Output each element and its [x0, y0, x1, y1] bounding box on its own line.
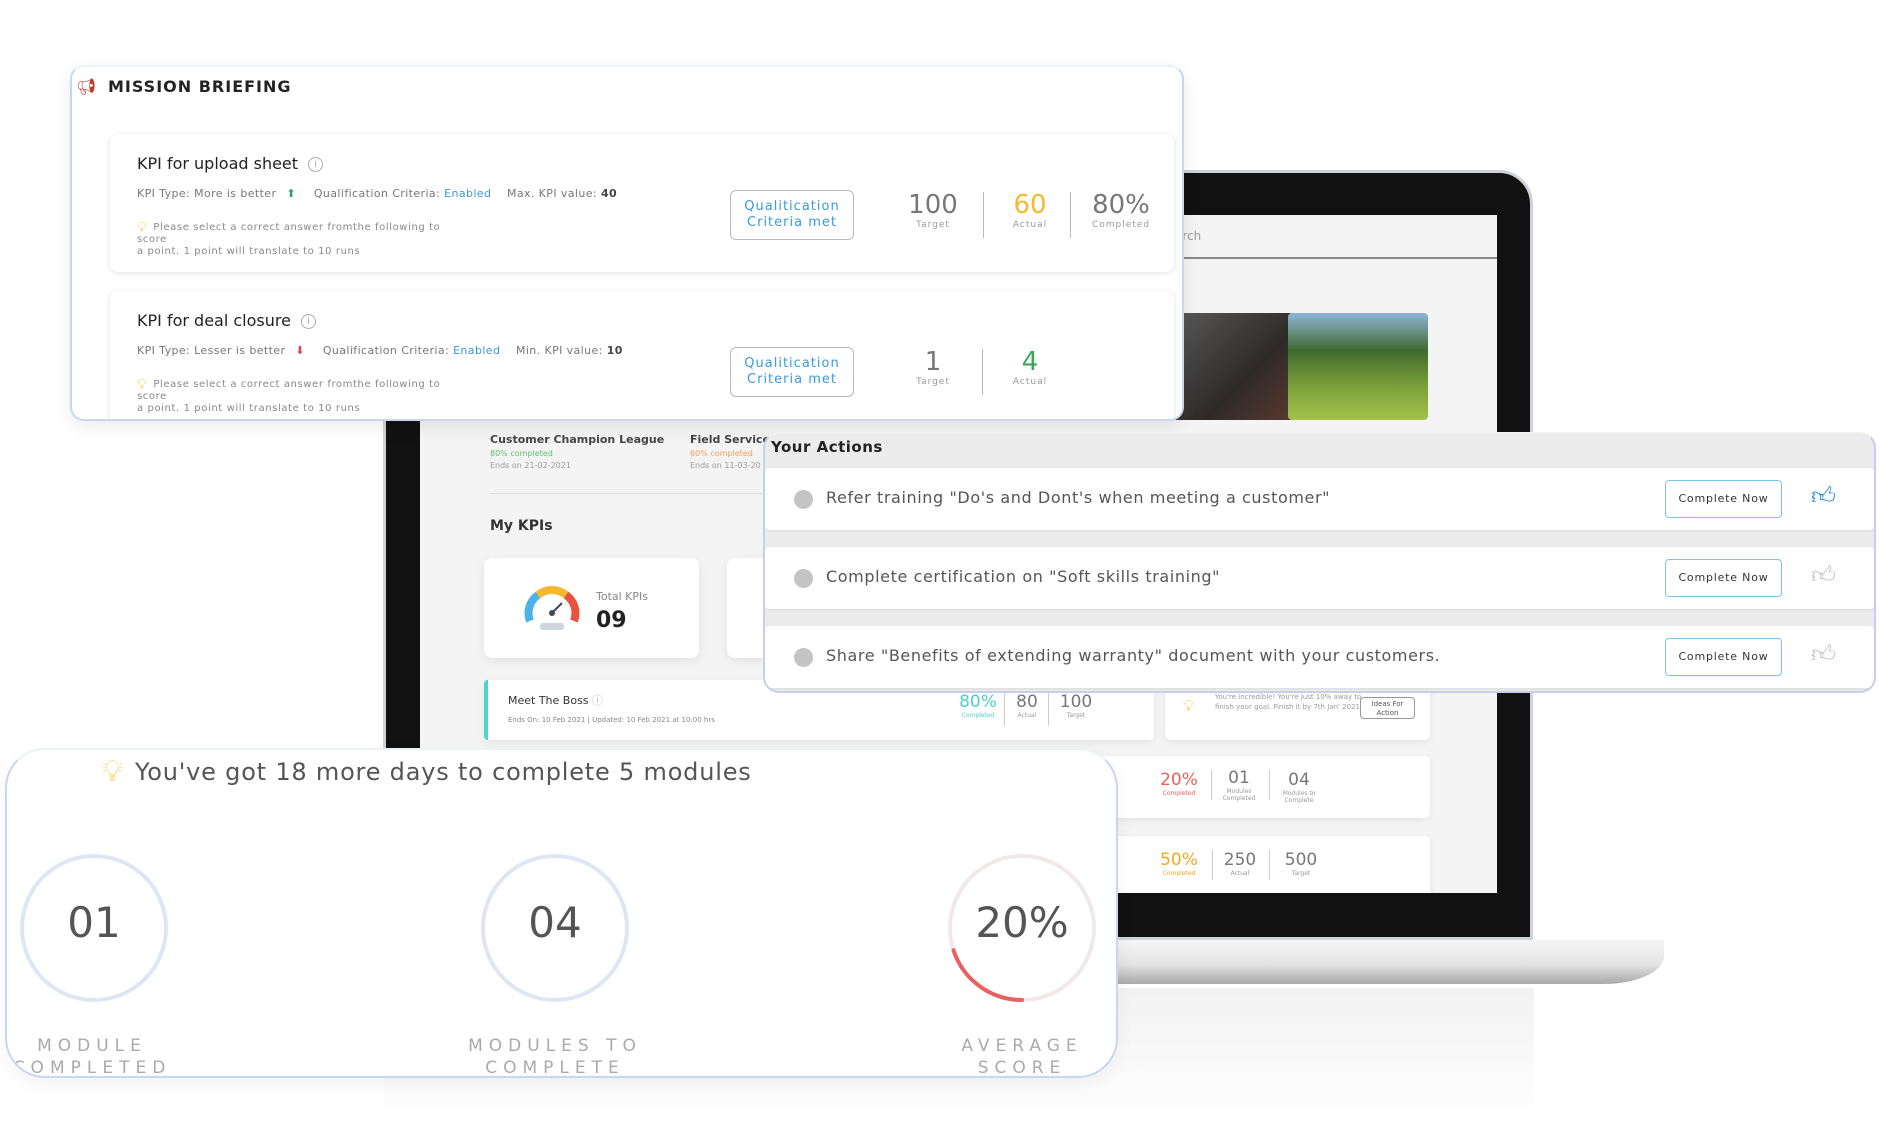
divider [1211, 770, 1212, 800]
golf-image[interactable] [1288, 313, 1428, 420]
metric-label: AVERAGE SCORE [961, 1036, 1083, 1078]
league-progress: 60% completed [690, 449, 753, 458]
kpi-row-meta: Ends On: 10 Feb 2021 | Updated: 10 Feb 2… [508, 716, 715, 724]
qualification-criteria-button[interactable]: Qualitication Criteria met [730, 347, 854, 397]
motivation-text: You're incredible! You're just 10% away … [1215, 693, 1362, 711]
divider [1269, 850, 1270, 880]
action-item[interactable]: Complete certification on "Soft skills t… [765, 547, 1874, 609]
kpi-card[interactable]: KPI for upload sheet i KPI Type: More is … [110, 134, 1174, 272]
stat-completed: 20% Completed [1160, 770, 1198, 797]
league-ends: Ends on 11-03-20 [690, 461, 761, 470]
metric-label: MODULES TO COMPLETE [468, 1036, 642, 1078]
kpi-meta: KPI Type: Lesser is better ⬇︎ Qualificat… [137, 344, 623, 357]
kpi-hint: 💡︎ Please select a correct answer fromth… [137, 377, 441, 414]
stat-target: 500 Target [1284, 850, 1318, 877]
your-actions-title: Your Actions [771, 438, 883, 456]
lightbulb-icon: 💡︎ [137, 220, 148, 236]
action-item[interactable]: Refer training "Do's and Dont's when mee… [765, 468, 1874, 530]
stat-target: 1 Target [916, 347, 950, 387]
criteria-status: Enabled [444, 187, 492, 200]
divider [1070, 192, 1071, 238]
stat-actual: 250 Actual [1223, 850, 1257, 877]
kpi-meta: KPI Type: More is better ⬆︎ Qualificatio… [137, 187, 618, 200]
kpi-title: KPI for upload sheet i [137, 154, 324, 173]
stat-modules-completed: 01 Modules Completed [1222, 768, 1256, 802]
metric-average-score: 20% [947, 853, 1097, 1003]
lightbulb-icon: 💡︎ [137, 377, 148, 393]
kpi-hint: 💡︎ Please select a correct answer fromth… [137, 220, 441, 257]
complete-now-button[interactable]: Complete Now [1665, 638, 1782, 676]
complete-now-button[interactable]: Complete Now [1665, 559, 1782, 597]
thumbs-up-icon[interactable]: 👍︎ [1811, 640, 1836, 669]
metric-modules-to-complete: 04 [480, 853, 630, 1003]
modules-headline: 💡︎ You've got 18 more days to complete 5… [102, 754, 752, 789]
your-actions-panel: Your Actions Refer training "Do's and Do… [763, 432, 1876, 693]
sprinter-image[interactable] [1172, 313, 1296, 420]
stat-target: 100 Target [1059, 692, 1093, 719]
total-kpis-card[interactable]: Total KPIs 09 [484, 558, 699, 658]
mission-briefing-header: 📢︎ MISSION BRIEFING [72, 77, 292, 96]
arrow-up-icon: ⬆︎ [286, 187, 296, 200]
league-item[interactable]: Customer Champion League 80% completed E… [490, 433, 664, 470]
mission-briefing-title: MISSION BRIEFING [108, 77, 292, 96]
divider [490, 493, 780, 494]
info-icon[interactable]: ⓘ [592, 694, 603, 707]
info-icon[interactable]: i [308, 157, 324, 172]
search-bar[interactable]: Search 🔍︎ [1160, 215, 1497, 259]
metric-module-completed: 01 [19, 853, 169, 1003]
league-item[interactable]: Field Service 60% completed Ends on 11-0… [690, 433, 770, 470]
mission-briefing-panel: 📢︎ MISSION BRIEFING KPI for upload sheet… [70, 65, 1184, 421]
divider [1269, 770, 1270, 800]
stat-modules-to-complete: 04 Modules to Complete [1282, 770, 1316, 804]
total-kpis-label: Total KPIs [596, 590, 649, 603]
gauge-icon [524, 585, 580, 630]
stat-completed: 50% Completed [1160, 850, 1198, 877]
divider [982, 349, 983, 395]
status-dot [794, 569, 813, 588]
status-dot [794, 648, 813, 667]
lightbulb-icon: 💡︎ [102, 754, 123, 789]
stat-completed: 80% Completed [1091, 190, 1151, 230]
league-ends: Ends on 21-02-2021 [490, 461, 571, 470]
kpi-card[interactable]: KPI for deal closure i KPI Type: Lesser i… [110, 291, 1174, 419]
kpi-row-name: Meet The Boss ⓘ [508, 694, 604, 707]
metric-label: MODULE COMPLETED [12, 1036, 172, 1078]
kpi-title: KPI for deal closure i [137, 311, 316, 330]
stat-actual: 60 Actual [1012, 190, 1048, 230]
status-dot [794, 490, 813, 509]
lightbulb-icon: 💡︎ [1183, 696, 1195, 715]
arrow-down-icon: ⬇︎ [295, 344, 305, 357]
divider [1004, 692, 1005, 726]
league-name: Field Service [690, 433, 770, 446]
stat-completed: 80% Completed [959, 692, 997, 719]
action-text: Refer training "Do's and Dont's when mee… [826, 488, 1331, 507]
divider [1212, 850, 1213, 880]
divider [983, 192, 984, 238]
my-kpis-heading: My KPIs [490, 518, 553, 534]
info-icon[interactable]: i [300, 314, 316, 329]
modules-summary-panel: 💡︎ You've got 18 more days to complete 5… [5, 748, 1118, 1078]
league-name: Customer Champion League [490, 433, 665, 446]
divider [1048, 692, 1049, 726]
stat-actual: 80 Actual [1016, 692, 1038, 719]
ideas-for-action-button[interactable]: Ideas For Action [1360, 697, 1415, 719]
stat-target: 100 Target [908, 190, 958, 230]
action-text: Complete certification on "Soft skills t… [826, 567, 1221, 586]
thumbs-up-icon[interactable]: 👍︎ [1811, 561, 1836, 590]
complete-now-button[interactable]: Complete Now [1665, 480, 1782, 518]
action-text: Share "Benefits of extending warranty" d… [826, 646, 1441, 665]
criteria-status: Enabled [453, 344, 501, 357]
qualification-criteria-button[interactable]: Qualitication Criteria met [730, 190, 854, 240]
action-item[interactable]: Share "Benefits of extending warranty" d… [765, 626, 1874, 688]
league-progress: 80% completed [490, 449, 553, 458]
total-kpis-value: 09 [596, 608, 627, 633]
stat-actual: 4 Actual [1012, 347, 1048, 387]
megaphone-icon: 📢︎ [75, 77, 97, 96]
thumbs-up-icon[interactable]: 👍︎ [1811, 482, 1836, 511]
